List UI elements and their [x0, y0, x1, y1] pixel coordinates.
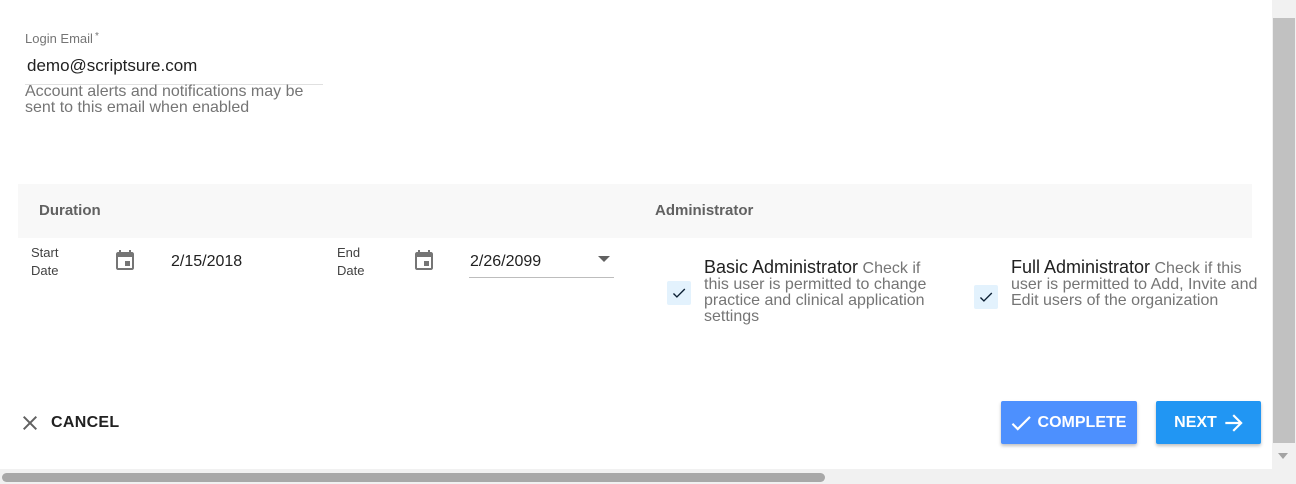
start-date-label: Start Date: [31, 245, 59, 278]
next-button-label: NEXT: [1174, 413, 1217, 431]
end-date-underline: [469, 277, 614, 278]
administrator-heading: Administrator: [655, 202, 754, 219]
checkmark-icon: [672, 288, 686, 298]
check-icon: [1011, 415, 1031, 431]
chevron-down-icon[interactable]: [598, 256, 610, 262]
duration-heading: Duration: [39, 202, 101, 219]
end-date-select[interactable]: 2/26/2099: [470, 253, 541, 271]
cancel-button[interactable]: CANCEL: [18, 405, 119, 441]
close-icon: [23, 416, 37, 430]
login-email-label: Login Email *: [25, 31, 99, 46]
basic-admin-checkbox[interactable]: [667, 281, 691, 305]
complete-button[interactable]: COMPLETE: [1001, 401, 1137, 444]
scroll-down-arrow-icon[interactable]: [1278, 453, 1288, 459]
complete-button-label: COMPLETE: [1037, 413, 1127, 431]
full-admin-checkbox[interactable]: [974, 285, 998, 309]
basic-admin-label: Basic Administrator Check if this user i…: [704, 257, 927, 325]
horizontal-scrollbar-thumb[interactable]: [2, 473, 825, 482]
checkmark-icon: [979, 292, 993, 302]
login-email-field[interactable]: demo@scriptsure.com: [27, 56, 197, 76]
vertical-scrollbar-thumb[interactable]: [1273, 18, 1295, 443]
end-date-label: End Date: [337, 245, 365, 278]
calendar-icon[interactable]: [412, 249, 436, 273]
cancel-button-label: CANCEL: [51, 414, 120, 431]
full-admin-label: Full Administrator Check if this user is…: [1011, 257, 1258, 309]
next-button[interactable]: NEXT: [1156, 401, 1261, 444]
start-date-input[interactable]: 2/15/2018: [171, 253, 242, 271]
login-email-help-text: Account alerts and notifications may be …: [25, 83, 304, 116]
section-header: [18, 184, 1252, 238]
arrow-right-icon: [1225, 413, 1243, 432]
calendar-icon[interactable]: [113, 249, 137, 273]
